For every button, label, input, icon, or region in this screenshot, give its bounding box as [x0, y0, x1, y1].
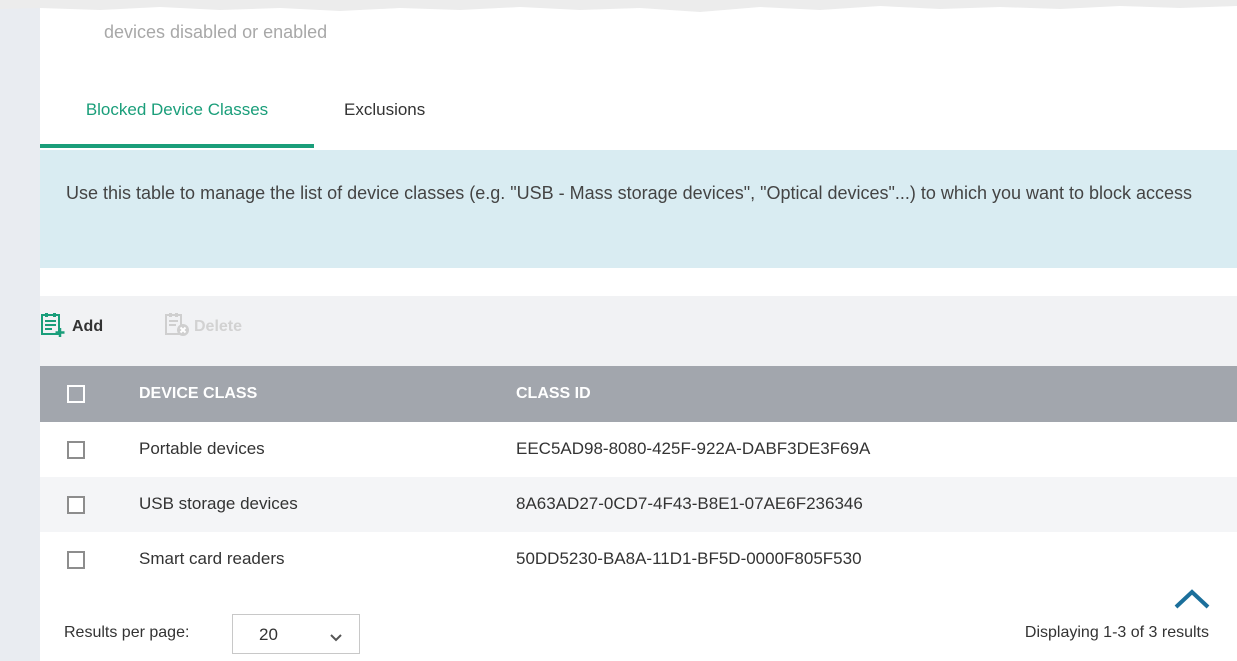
torn-edge	[0, 0, 1237, 12]
header-fragment-text: devices disabled or enabled	[104, 22, 328, 42]
table-row[interactable]: Smart card readers 50DD5230-BA8A-11D1-BF…	[40, 532, 1237, 587]
class-id-cell: EEC5AD98-8080-425F-922A-DABF3DE3F69A	[516, 439, 871, 458]
device-class-cell: Smart card readers	[139, 549, 285, 568]
table-row[interactable]: USB storage devices 8A63AD27-0CD7-4F43-B…	[40, 477, 1237, 532]
table-footer: Results per page: 20 Displaying 1-3 of 3…	[40, 612, 1237, 661]
select-all-checkbox[interactable]	[67, 385, 85, 403]
results-per-page-value: 20	[259, 625, 278, 644]
row-checkbox[interactable]	[67, 441, 85, 459]
chevron-down-icon	[329, 630, 343, 648]
class-id-cell: 50DD5230-BA8A-11D1-BF5D-0000F805F530	[516, 549, 862, 568]
scroll-to-top-button[interactable]	[1172, 586, 1212, 610]
results-count-text: Displaying 1-3 of 3 results	[1024, 624, 1209, 641]
delete-button[interactable]: Delete	[164, 312, 243, 343]
add-list-icon	[40, 312, 66, 343]
tab-exclusions[interactable]: Exclusions	[344, 82, 425, 148]
tab-blocked-device-classes[interactable]: Blocked Device Classes	[40, 82, 314, 148]
device-class-cell: USB storage devices	[139, 494, 298, 513]
column-header-device-class[interactable]: DEVICE CLASS	[139, 385, 257, 403]
results-per-page-select[interactable]: 20	[232, 614, 360, 654]
info-message: Use this table to manage the list of dev…	[40, 150, 1237, 268]
results-per-page-label: Results per page:	[64, 624, 190, 641]
toolbar: Add Delete	[40, 296, 1237, 366]
page: devices disabled or enabled Blocked Devi…	[0, 0, 1237, 661]
delete-list-icon	[164, 312, 190, 343]
add-label: Add	[72, 318, 104, 335]
table-row[interactable]: Portable devices EEC5AD98-8080-425F-922A…	[40, 422, 1237, 477]
info-text: Use this table to manage the list of dev…	[66, 183, 1193, 203]
table-header: DEVICE CLASS CLASS ID	[40, 366, 1237, 422]
tab-bar: Blocked Device Classes Exclusions	[40, 82, 1237, 150]
delete-label: Delete	[194, 318, 243, 335]
left-strip	[0, 0, 40, 661]
column-header-class-id[interactable]: CLASS ID	[516, 385, 591, 403]
device-class-cell: Portable devices	[139, 439, 265, 458]
device-class-table: DEVICE CLASS CLASS ID Portable devices E…	[40, 366, 1237, 587]
add-button[interactable]: Add	[40, 312, 104, 343]
class-id-cell: 8A63AD27-0CD7-4F43-B8E1-07AE6F236346	[516, 494, 863, 513]
row-checkbox[interactable]	[67, 496, 85, 514]
row-checkbox[interactable]	[67, 551, 85, 569]
